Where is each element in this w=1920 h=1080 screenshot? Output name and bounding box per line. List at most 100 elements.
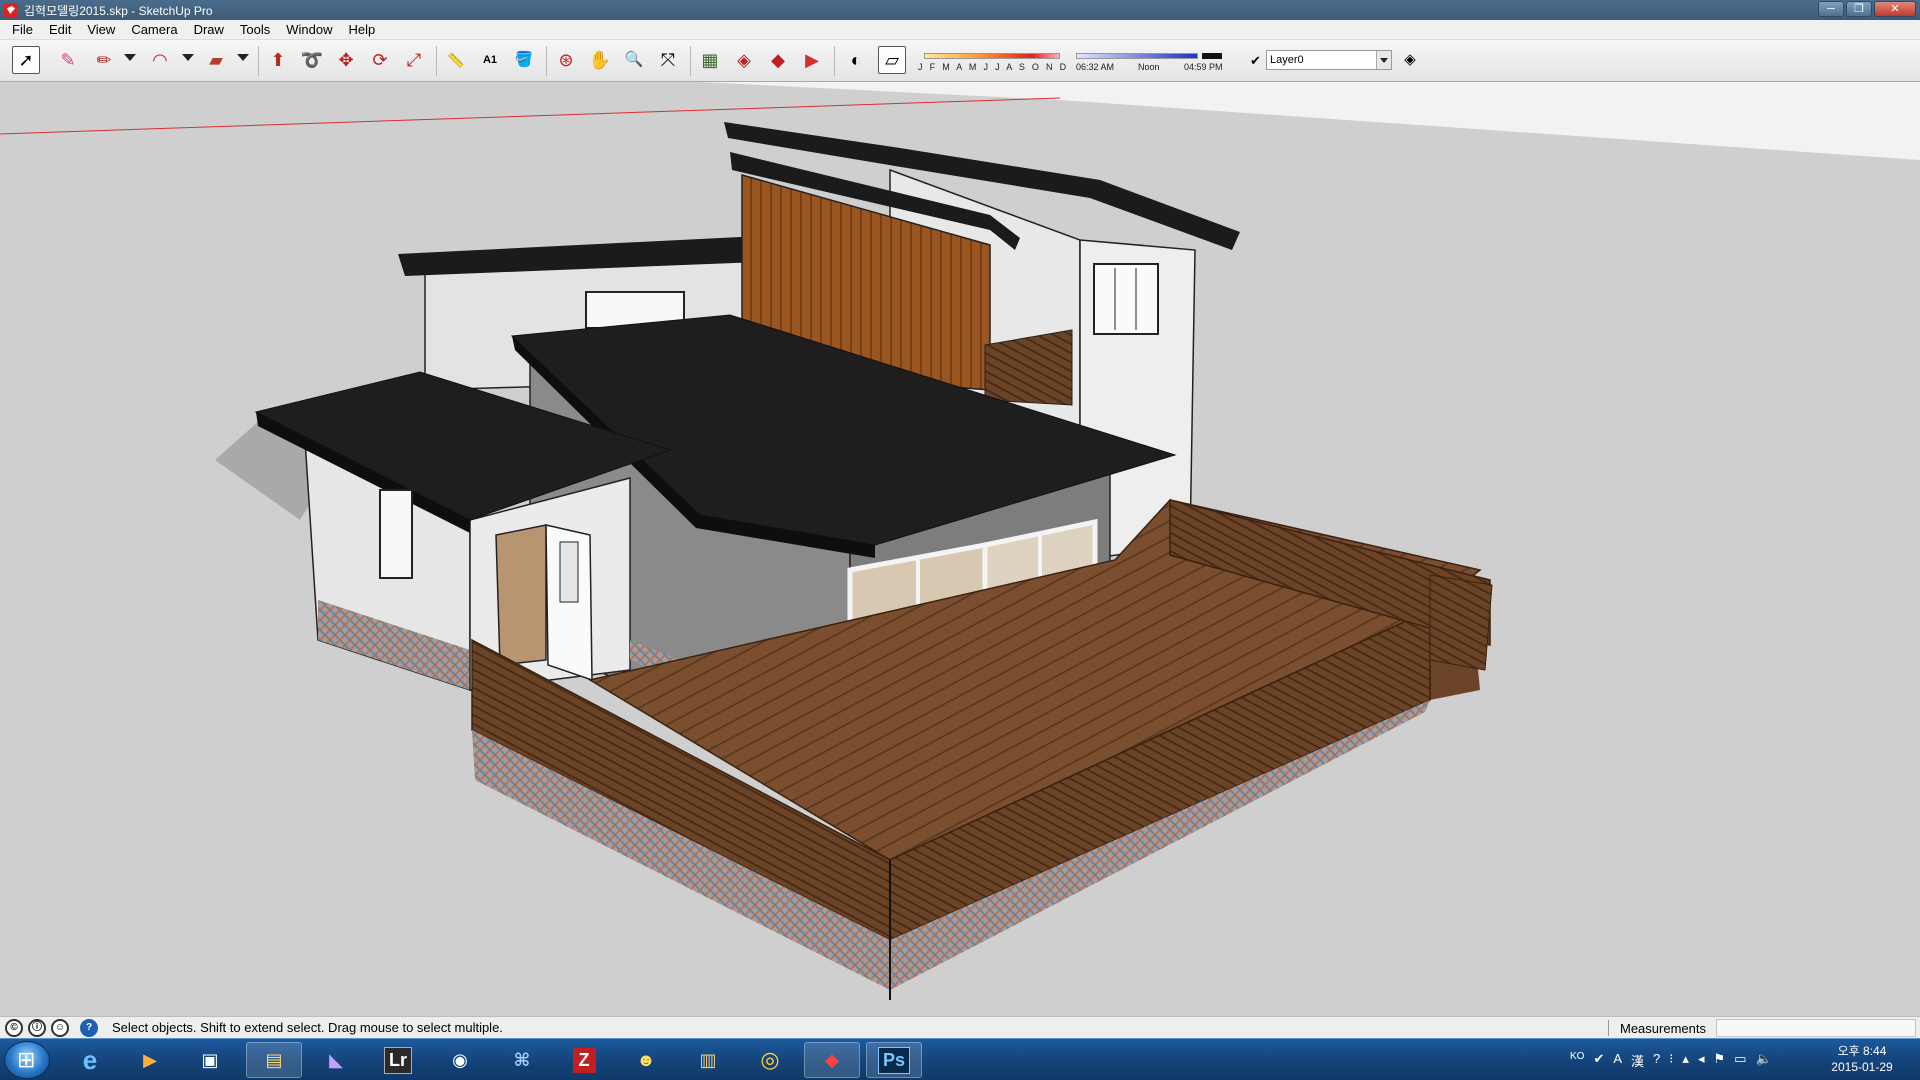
help-icon[interactable]: ?	[80, 1018, 98, 1037]
taskbar-network-tool[interactable]: ⌘	[494, 1042, 550, 1078]
zoom-icon: 🔍	[624, 51, 644, 68]
taskbar-file-explorer[interactable]: ▤	[246, 1042, 302, 1078]
security-check-icon[interactable]: ✔	[1593, 1051, 1604, 1070]
eraser-tool-button[interactable]: ✎	[54, 46, 82, 74]
taskbar-sketchup[interactable]: ◆	[804, 1042, 860, 1078]
door-glass	[559, 541, 579, 603]
orbit-icon: ⊛	[558, 50, 574, 70]
shadow-month-slider[interactable]	[924, 53, 1060, 59]
taskbar-photo-viewer[interactable]: ▣	[182, 1042, 238, 1078]
zoom-tool-button[interactable]: 🔍	[620, 46, 648, 74]
hanja-icon[interactable]: 漢	[1631, 1051, 1644, 1070]
taskbar-visual-studio[interactable]: ◣	[308, 1042, 364, 1078]
share-model-icon: ◆	[771, 50, 785, 70]
menu-help[interactable]: Help	[341, 20, 384, 40]
geo-location-icon[interactable]: ©	[5, 1018, 23, 1037]
arc-dropdown-caret[interactable]	[182, 54, 194, 61]
start-button[interactable]	[4, 1041, 50, 1079]
layer-select[interactable]: Layer0	[1266, 50, 1392, 70]
sketchup-app-icon[interactable]	[4, 3, 18, 17]
pencil-tool-button[interactable]: ✏	[90, 46, 118, 74]
tray-arrow-icon[interactable]: ◂	[1698, 1051, 1705, 1070]
measurements-input[interactable]	[1716, 1019, 1916, 1037]
arc-tool-button[interactable]: ◠	[146, 46, 174, 74]
restore-button[interactable]: ❐	[1846, 1, 1872, 17]
menu-view[interactable]: View	[79, 20, 123, 40]
measurements-label: Measurements	[1620, 1021, 1706, 1036]
rectangle-tool-button[interactable]: ▰	[202, 46, 230, 74]
sunrise-time-label: 06:32 AM	[1076, 62, 1115, 72]
layer-dropdown-arrow[interactable]	[1376, 51, 1391, 69]
menu-camera[interactable]: Camera	[123, 20, 185, 40]
credits-icon[interactable]: ⓘ	[28, 1018, 46, 1037]
taskbar-ie[interactable]: e	[62, 1042, 118, 1078]
follow-me-tool-button[interactable]: ➰	[298, 46, 326, 74]
menu-tools[interactable]: Tools	[232, 20, 278, 40]
3d-warehouse-button[interactable]: ▦	[696, 46, 724, 74]
rectangle-dropdown-caret[interactable]	[237, 54, 249, 61]
push-pull-tool-button[interactable]: ⬆	[264, 46, 292, 74]
share-model-button[interactable]: ◆	[764, 46, 792, 74]
get-models-button[interactable]: ◈	[730, 46, 758, 74]
ime-options-icon[interactable]: ⁝	[1669, 1051, 1673, 1070]
ime-mode-icon[interactable]: A	[1613, 1051, 1622, 1070]
file-explorer-icon: ▤	[265, 1049, 283, 1070]
taskbar-media-player[interactable]: ▶	[122, 1042, 178, 1078]
taskbar-filezilla[interactable]: Z	[556, 1042, 612, 1078]
pan-hand-icon: ✋	[588, 50, 612, 70]
extension-warehouse-button[interactable]: ▶	[798, 46, 826, 74]
scale-icon: ⤢	[406, 50, 422, 70]
input-language-indicator[interactable]: KO	[1570, 1051, 1584, 1070]
orbit-tool-button[interactable]: ⊛	[552, 46, 580, 74]
taskbar-chrome[interactable]: ◎	[742, 1042, 798, 1078]
house-model-render	[0, 82, 1920, 1016]
shadow-time-slider[interactable]	[1076, 53, 1198, 59]
pencil-dropdown-caret[interactable]	[124, 54, 136, 61]
show-hidden-icons-icon[interactable]: ▴	[1682, 1051, 1689, 1070]
visual-studio-icon: ◣	[329, 1049, 343, 1070]
close-button[interactable]: ✕	[1874, 1, 1916, 17]
select-tool-button[interactable]: ➚	[12, 46, 40, 74]
layer-manager-button[interactable]: ◈	[1396, 46, 1424, 74]
move-tool-button[interactable]: ✥	[332, 46, 360, 74]
system-clock[interactable]: 오후 8:44 2015-01-29	[1822, 1043, 1902, 1075]
ime-help-icon[interactable]: ?	[1653, 1051, 1660, 1070]
rotate-tool-button[interactable]: ⟳	[366, 46, 394, 74]
action-center-flag-icon[interactable]: ⚑	[1713, 1051, 1725, 1070]
status-message: Select objects. Shift to extend select. …	[112, 1020, 503, 1035]
menu-window[interactable]: Window	[278, 20, 340, 40]
zoom-extents-tool-button[interactable]: ⤧	[654, 46, 682, 74]
menu-file[interactable]: File	[4, 20, 41, 40]
user-account-icon[interactable]: ☺	[51, 1018, 69, 1037]
zoom-extents-icon: ⤧	[660, 50, 676, 70]
scale-tool-button[interactable]: ⤢	[400, 46, 428, 74]
extension-icon: ▶	[805, 50, 819, 70]
network-status-icon[interactable]: ▭	[1734, 1051, 1746, 1070]
taskbar-archive[interactable]: ▥	[680, 1042, 736, 1078]
entry-doorway	[495, 524, 547, 666]
tape-measure-tool-button[interactable]: 📏	[442, 46, 470, 74]
menu-draw[interactable]: Draw	[186, 20, 232, 40]
model-viewport[interactable]	[0, 82, 1920, 1016]
menu-bar: File Edit View Camera Draw Tools Window …	[0, 20, 1920, 40]
shadow-settings-button[interactable]: ◐	[842, 46, 870, 74]
arc-icon: ◠	[152, 50, 168, 70]
layer-manager-icon: ◈	[1404, 51, 1416, 68]
taskbar-camera[interactable]: ◉	[432, 1042, 488, 1078]
minimize-button[interactable]: ─	[1818, 1, 1844, 17]
tape-measure-icon: 📏	[447, 52, 465, 68]
system-tray: KO ✔ A 漢 ? ⁝ ▴ ◂ ⚑ ▭ 🔈	[1570, 1051, 1772, 1070]
shadows-toggle-button[interactable]: ▱	[878, 46, 906, 74]
qq-icon: ☻	[636, 1049, 656, 1070]
taskbar-photoshop[interactable]: Ps	[866, 1042, 922, 1078]
taskbar-qq[interactable]: ☻	[618, 1042, 674, 1078]
volume-icon[interactable]: 🔈	[1755, 1051, 1771, 1070]
taskbar-lightroom[interactable]: Lr	[370, 1042, 426, 1078]
menu-edit[interactable]: Edit	[41, 20, 79, 40]
upper-right-window	[1093, 263, 1159, 335]
pan-tool-button[interactable]: ✋	[586, 46, 614, 74]
paint-bucket-tool-button[interactable]: 🪣	[510, 46, 538, 74]
text-tool-button[interactable]: A1	[476, 46, 504, 74]
filezilla-icon: Z	[572, 1047, 596, 1073]
camera-icon: ◉	[452, 1049, 468, 1070]
